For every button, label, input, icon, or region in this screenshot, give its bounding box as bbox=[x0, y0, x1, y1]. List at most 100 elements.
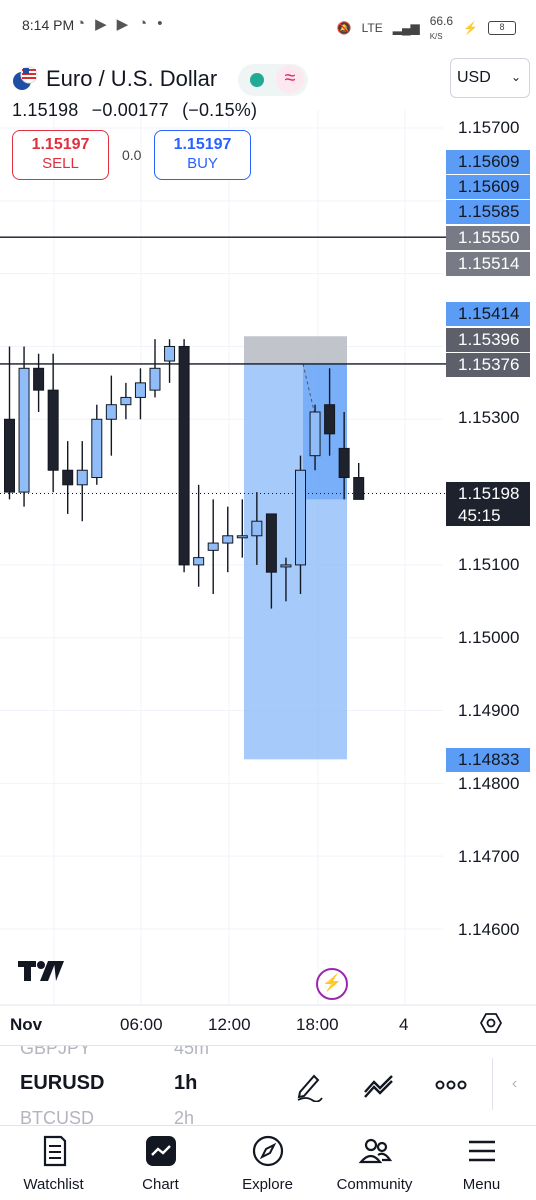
nav-label: Menu bbox=[462, 1176, 501, 1193]
symbol-title[interactable]: Euro / U.S. Dollar bbox=[46, 66, 217, 92]
last-price-tag: 1.15198 45:15 bbox=[446, 482, 530, 526]
time-axis: Nov 06:00 12:00 18:00 4 bbox=[0, 1005, 536, 1045]
wl-interval[interactable]: 1h bbox=[174, 1072, 197, 1095]
buy-label: BUY bbox=[187, 155, 218, 172]
candle-body bbox=[265, 513, 277, 573]
candle-body bbox=[207, 542, 219, 551]
price-tag: 1.15609 bbox=[446, 150, 530, 174]
candle-body bbox=[338, 447, 350, 479]
candle-body bbox=[164, 345, 176, 362]
currency-label: USD bbox=[457, 69, 491, 86]
wl-prev-symbol: GBPJPY bbox=[20, 1045, 92, 1058]
candle-body bbox=[76, 469, 88, 486]
hamburger-menu-icon bbox=[468, 1140, 495, 1162]
bar-countdown: 45:15 bbox=[458, 506, 501, 525]
candle-body bbox=[47, 389, 59, 471]
candle-body bbox=[134, 382, 146, 398]
symbol-header: Euro / U.S. Dollar ≈ USD ⌄ 1.15198 −0.00… bbox=[0, 58, 536, 128]
nav-watchlist[interactable]: Watchlist bbox=[0, 1126, 107, 1200]
price-tag: 1.15396 bbox=[446, 328, 530, 352]
time-label: 06:00 bbox=[120, 1015, 163, 1034]
candle-body bbox=[236, 535, 248, 539]
price-scale-label: 1.15300 bbox=[458, 408, 520, 427]
candle-body bbox=[222, 535, 234, 544]
price-change-pct: (−0.15%) bbox=[182, 100, 258, 120]
price-tag: 1.15514 bbox=[446, 252, 530, 276]
price-scale-label: 1.14900 bbox=[458, 701, 520, 720]
wl-next-interval: 2h bbox=[174, 1108, 195, 1125]
candle-body bbox=[4, 418, 15, 493]
nav-label: Watchlist bbox=[23, 1176, 84, 1193]
sell-button[interactable]: 1.15197 SELL bbox=[12, 130, 109, 180]
chart-icon bbox=[145, 1136, 176, 1166]
candle-body bbox=[193, 557, 205, 566]
trendline-icon[interactable] bbox=[362, 1068, 396, 1102]
tradingview-logo-icon bbox=[18, 961, 64, 981]
time-label: 12:00 bbox=[208, 1015, 251, 1034]
price-tag: 1.15585 bbox=[446, 200, 530, 224]
wl-next-symbol: BTCUSD bbox=[20, 1108, 95, 1125]
community-icon bbox=[358, 1138, 392, 1164]
candle-body bbox=[33, 367, 45, 391]
candle-body bbox=[178, 345, 190, 566]
spread-value: 0.0 bbox=[122, 147, 142, 163]
last-price: 1.15198 bbox=[12, 100, 79, 120]
entry-price-tag: 1.15376 bbox=[446, 353, 530, 377]
price-scale-label: 1.15100 bbox=[458, 555, 520, 574]
price-scale-label: 1.14800 bbox=[458, 774, 520, 793]
buy-price: 1.15197 bbox=[173, 136, 232, 153]
price-scale-label: 1.15700 bbox=[458, 118, 520, 137]
watchlist-strip[interactable]: GBPJPY 45m EURUSD 1h BTCUSD 2h ‹ bbox=[0, 1045, 536, 1125]
eur-usd-flag-icon bbox=[13, 66, 38, 90]
price-tag-line: 1.15550 bbox=[446, 226, 530, 250]
currency-select[interactable]: USD ⌄ bbox=[450, 58, 530, 98]
wl-prev-interval: 45m bbox=[174, 1045, 210, 1058]
quote-line: 1.15198 −0.00177 (−0.15%) bbox=[12, 100, 265, 121]
price-scale-label: 1.14600 bbox=[458, 920, 520, 939]
candle-body bbox=[149, 367, 161, 391]
stop-price-tag: 1.15414 bbox=[446, 302, 530, 326]
candle-body bbox=[91, 418, 103, 479]
watchlist-icon bbox=[43, 1135, 66, 1167]
nav-chart[interactable]: Chart bbox=[107, 1126, 214, 1200]
candle-body bbox=[120, 396, 132, 406]
nav-label: Chart bbox=[142, 1176, 179, 1193]
price-scale-label: 1.14700 bbox=[458, 847, 520, 866]
market-open-icon bbox=[250, 73, 264, 87]
nav-community[interactable]: Community bbox=[321, 1126, 428, 1200]
candle-body bbox=[18, 367, 30, 493]
price-change: −0.00177 bbox=[91, 100, 169, 120]
settings-hex-icon[interactable] bbox=[480, 1012, 502, 1034]
nav-explore[interactable]: Explore bbox=[214, 1126, 321, 1200]
time-label: 18:00 bbox=[296, 1015, 339, 1034]
compass-icon bbox=[252, 1135, 283, 1167]
time-label: Nov bbox=[10, 1015, 43, 1034]
pencil-icon[interactable] bbox=[292, 1068, 326, 1102]
position-stop-zone bbox=[244, 336, 347, 364]
candle-body bbox=[105, 404, 117, 420]
candle-body bbox=[309, 411, 321, 457]
market-status-pill[interactable]: ≈ bbox=[238, 64, 308, 96]
bottom-navigation: Watchlist Chart Explore Community Menu bbox=[0, 1125, 536, 1200]
chevron-down-icon: ⌄ bbox=[510, 70, 521, 84]
candle-body bbox=[280, 564, 292, 568]
price-tag: 1.15609 bbox=[446, 175, 530, 199]
collapse-panel-icon[interactable]: ‹ bbox=[492, 1058, 536, 1110]
lightning-icon[interactable]: ⚡ bbox=[316, 968, 348, 1000]
more-options-icon[interactable] bbox=[434, 1068, 468, 1102]
buy-button[interactable]: 1.15197 BUY bbox=[154, 130, 251, 180]
candle-body bbox=[324, 404, 336, 435]
target-price-tag: 1.14833 bbox=[446, 748, 530, 772]
nav-label: Explore bbox=[242, 1176, 293, 1193]
delayed-data-icon: ≈ bbox=[276, 65, 304, 93]
candle-body bbox=[251, 520, 263, 537]
nav-menu[interactable]: Menu bbox=[428, 1126, 535, 1200]
sell-price: 1.15197 bbox=[31, 136, 90, 153]
wl-symbol[interactable]: EURUSD bbox=[20, 1072, 104, 1095]
sell-label: SELL bbox=[42, 155, 79, 172]
candle-body bbox=[353, 477, 365, 500]
nav-label: Community bbox=[336, 1176, 413, 1193]
price-scale-label: 1.15000 bbox=[458, 628, 520, 647]
time-label: 4 bbox=[399, 1015, 409, 1034]
candle-body bbox=[62, 469, 74, 486]
